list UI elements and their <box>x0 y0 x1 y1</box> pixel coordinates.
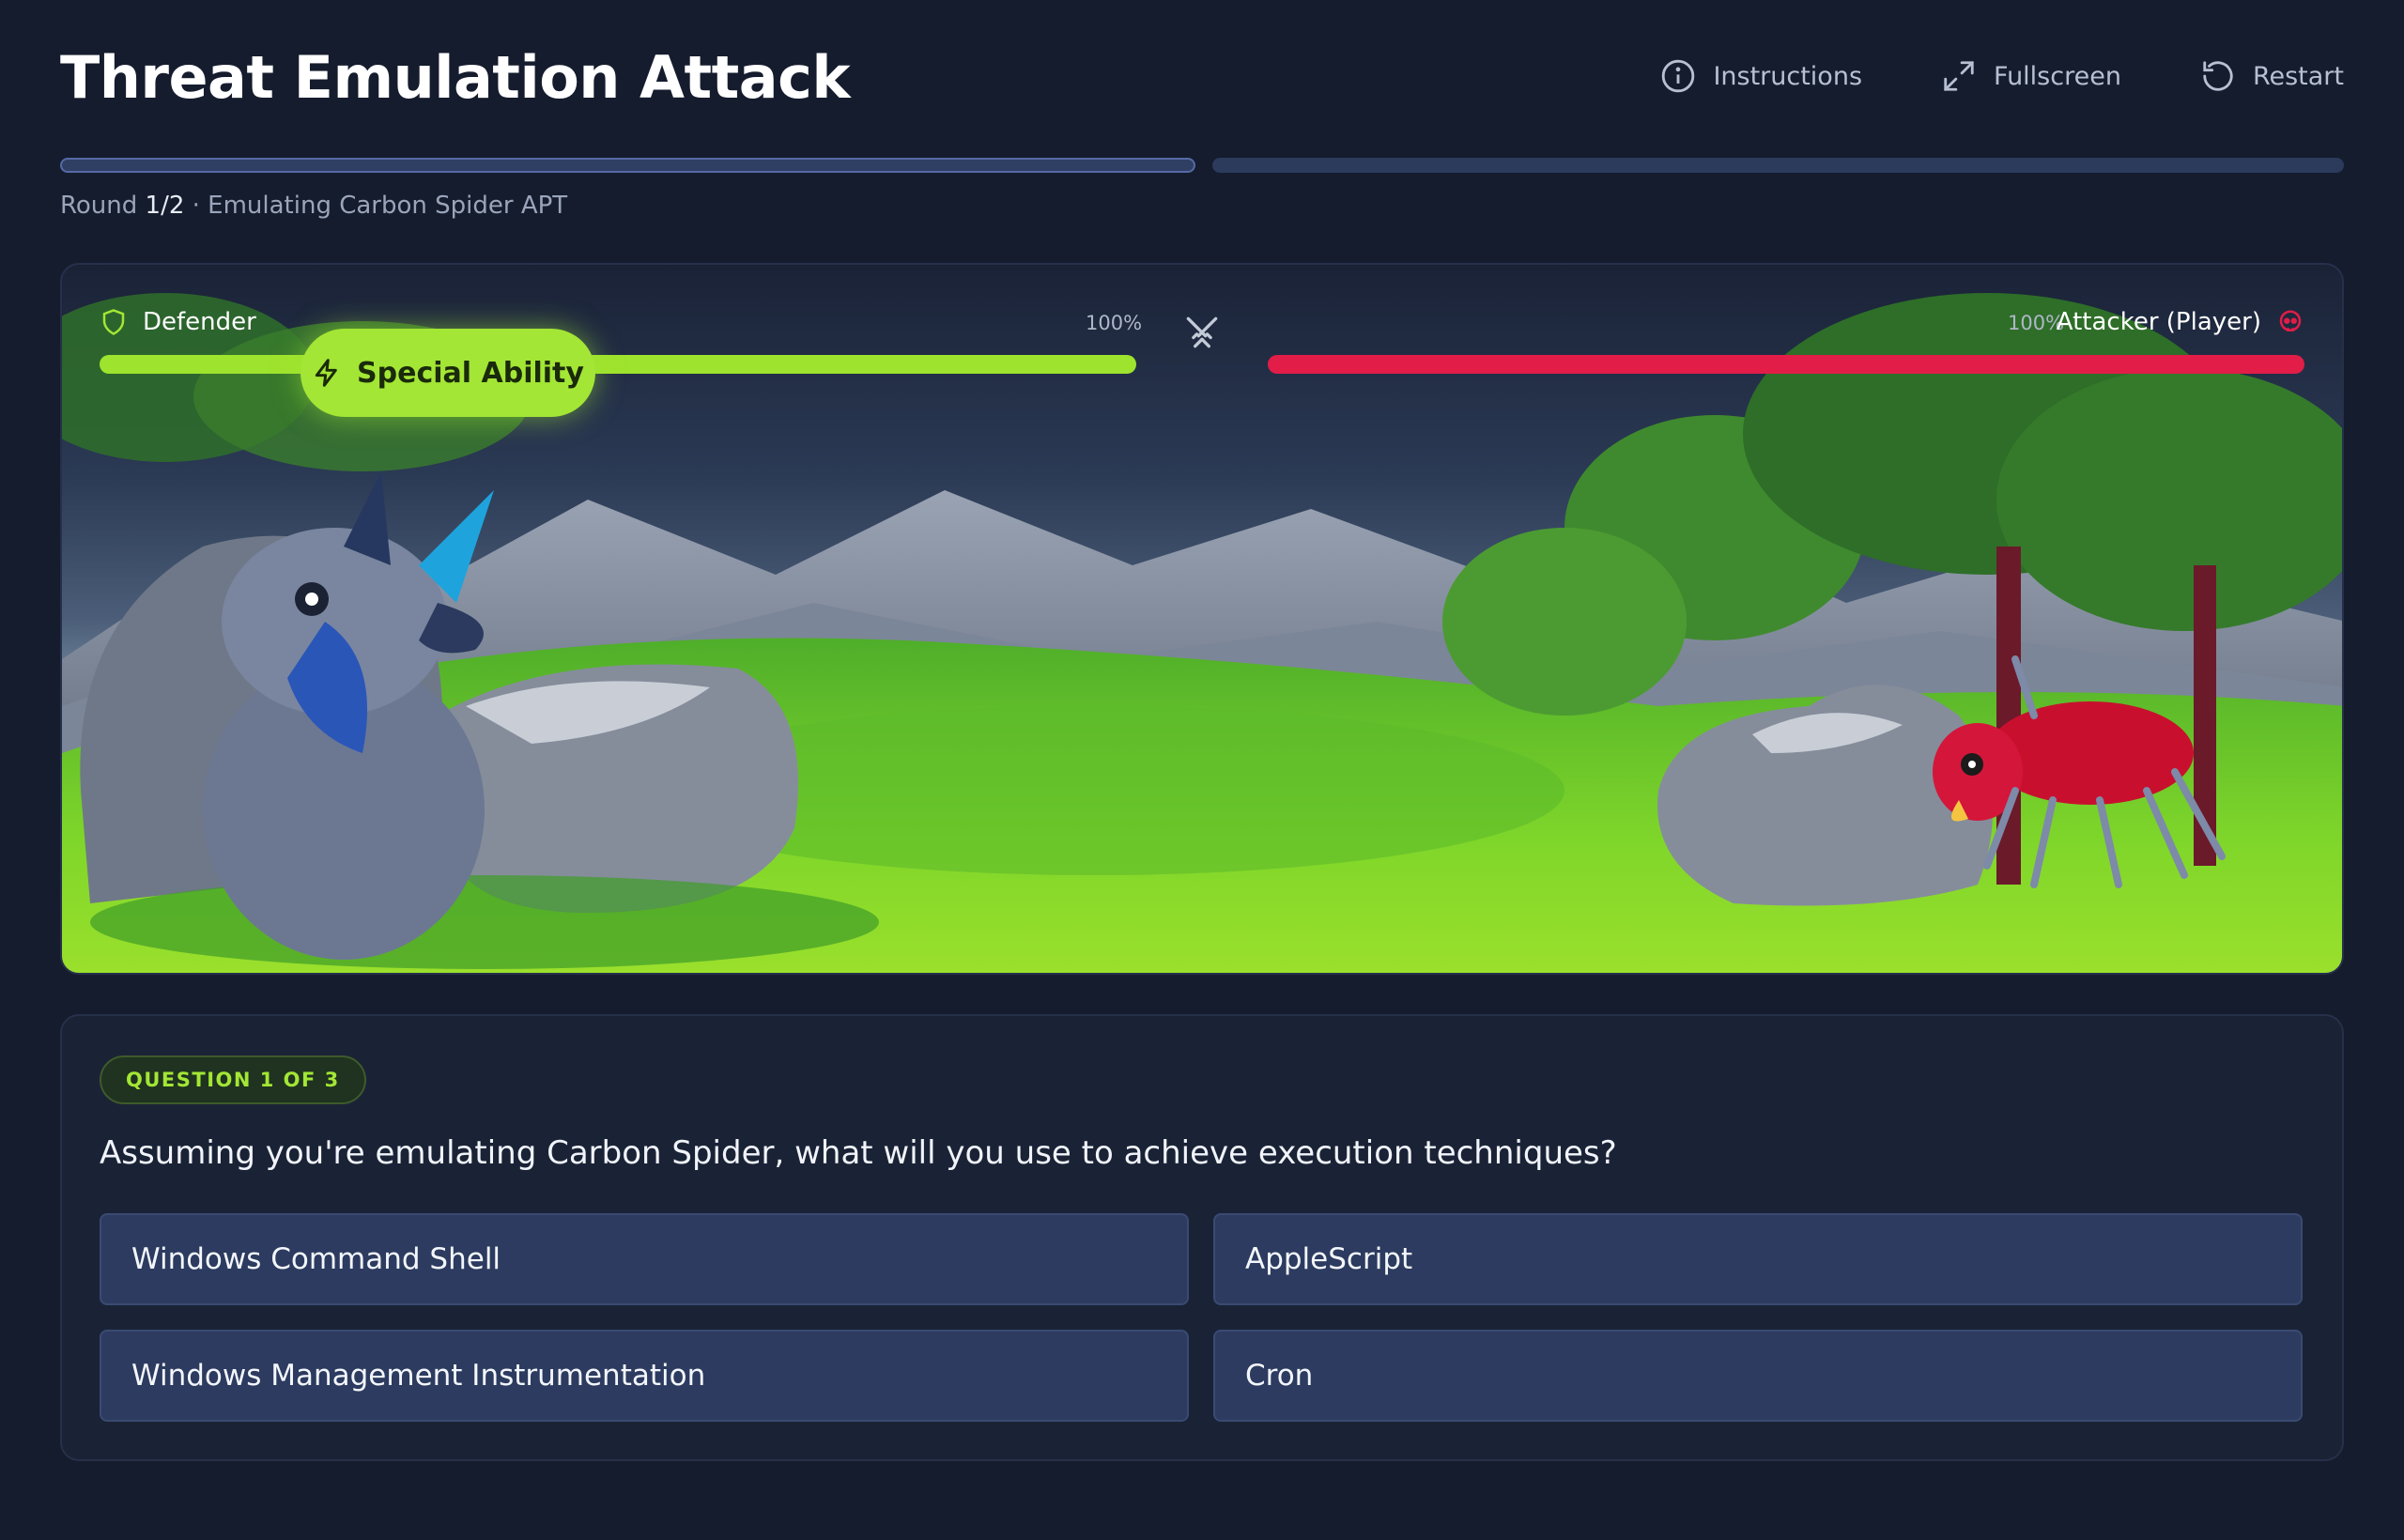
attacker-health-bar <box>1268 355 2304 374</box>
expand-icon <box>1944 61 1974 91</box>
shield-icon <box>102 309 125 335</box>
progress-segment-2 <box>1212 158 2344 173</box>
answer-option-2[interactable]: AppleScript <box>1213 1213 2303 1305</box>
question-text: Assuming you're emulating Carbon Spider,… <box>100 1134 1617 1172</box>
instructions-label: Instructions <box>1713 61 1863 91</box>
question-panel: QUESTION 1 OF 3 Assuming you're emulatin… <box>60 1014 2344 1461</box>
restart-icon <box>2203 61 2233 91</box>
crossed-swords-icon <box>1186 316 1218 348</box>
restart-label: Restart <box>2252 61 2344 91</box>
answer-option-4[interactable]: Cron <box>1213 1330 2303 1422</box>
round-value: 1/2 <box>145 192 185 220</box>
battle-arena: Defender 100% Special Ability 100% Attac… <box>60 263 2344 975</box>
answer-option-1[interactable]: Windows Command Shell <box>100 1213 1189 1305</box>
defender-health-bar <box>100 355 1136 374</box>
fullscreen-button[interactable]: Fullscreen <box>1941 58 2121 94</box>
fullscreen-label: Fullscreen <box>1994 61 2121 91</box>
answer-option-3[interactable]: Windows Management Instrumentation <box>100 1330 1189 1422</box>
toolbar: Instructions Fullscreen Restart <box>1660 58 2344 94</box>
round-description: · Emulating Carbon Spider APT <box>192 192 568 220</box>
defender-label: Defender <box>100 308 256 336</box>
attacker-label: Attacker (Player) <box>2057 308 2304 336</box>
question-counter-badge: QUESTION 1 OF 3 <box>100 1055 366 1104</box>
round-progress-bar <box>60 158 2344 173</box>
special-ability-button[interactable]: Special Ability <box>300 329 595 417</box>
page-title: Threat Emulation Attack <box>60 43 851 112</box>
lightning-icon <box>315 359 337 387</box>
attacker-name: Attacker (Player) <box>2056 308 2261 336</box>
restart-button[interactable]: Restart <box>2200 58 2344 94</box>
skull-icon <box>2279 310 2302 331</box>
progress-segment-1 <box>60 158 1195 173</box>
round-word: Round <box>60 192 138 220</box>
instructions-button[interactable]: Instructions <box>1660 58 1862 94</box>
special-ability-label: Special Ability <box>357 356 584 390</box>
info-icon <box>1662 59 1695 93</box>
round-indicator: Round 1/2 · Emulating Carbon Spider APT <box>60 192 567 220</box>
defender-health-percent: 100% <box>1086 312 1143 334</box>
defender-name: Defender <box>143 308 256 336</box>
